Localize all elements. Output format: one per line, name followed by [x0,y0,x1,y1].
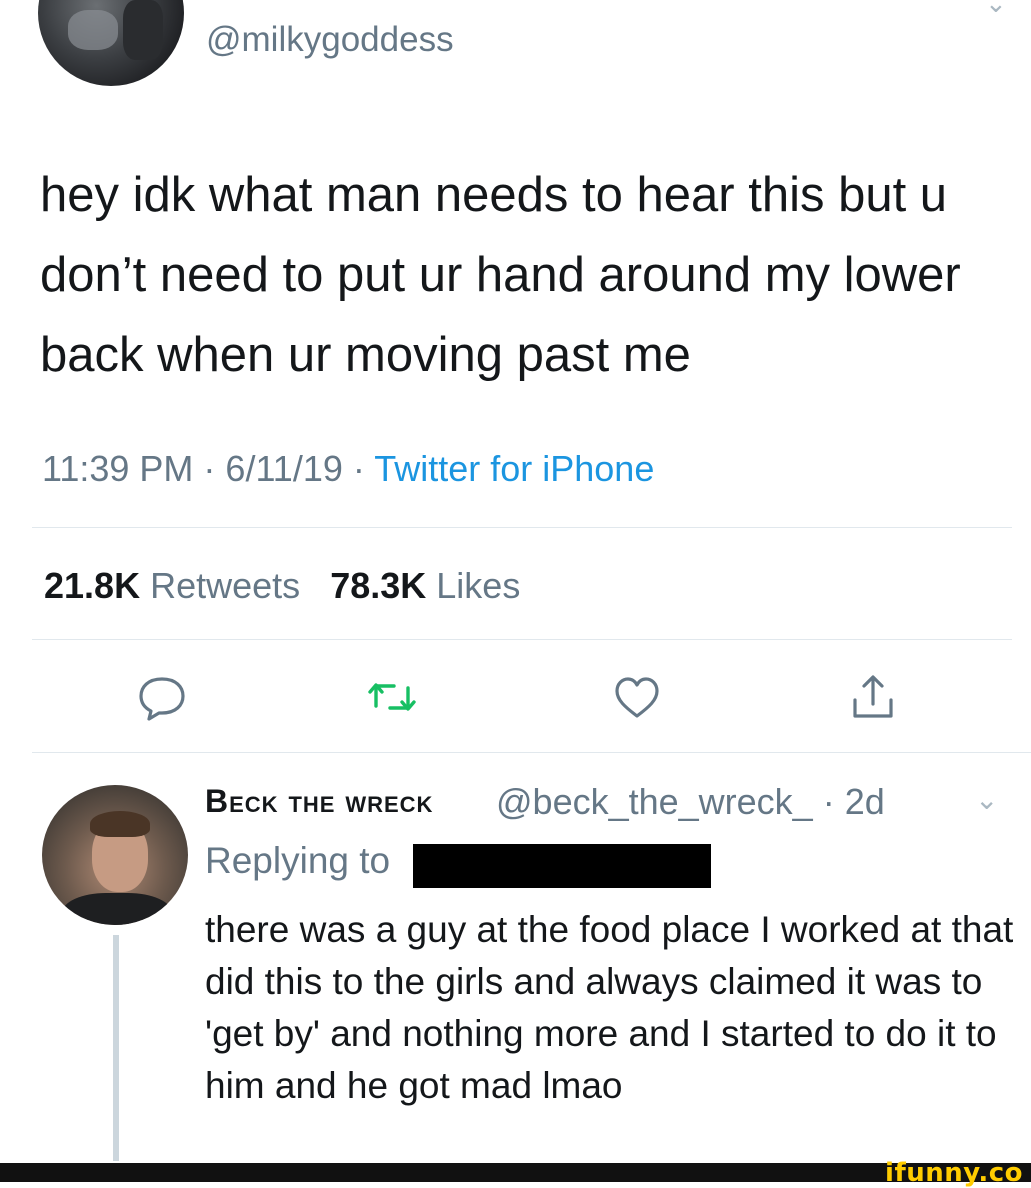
share-button[interactable] [843,672,903,722]
chevron-down-icon[interactable]: ⌄ [985,0,1007,19]
likes-label: Likes [436,565,521,606]
thread-line [113,935,119,1161]
tweet-stats: 21.8K Retweets 78.3K Likes [44,565,520,607]
likes-stat[interactable]: 78.3K Likes [330,565,520,606]
divider [32,752,1031,753]
divider [32,527,1012,528]
avatar-photo-detail [123,0,163,60]
reply-text: there was a guy at the food place I work… [205,909,1014,1106]
author-avatar[interactable] [38,0,184,86]
tweet-source-link[interactable]: Twitter for iPhone [374,448,654,489]
avatar-photo-detail [62,893,172,925]
meta-separator: · [193,448,226,489]
divider [32,639,1012,640]
tweet-date: 6/11/19 [225,448,343,489]
tweet-time: 11:39 PM [42,448,194,489]
share-icon [853,675,893,718]
reply-age: · 2d [822,781,885,822]
reply-author-avatar[interactable] [42,785,188,925]
like-button[interactable] [607,672,667,722]
retweets-stat[interactable]: 21.8K Retweets [44,565,300,606]
retweet-icon [368,683,416,711]
chevron-down-icon[interactable]: ⌄ [975,783,998,816]
redaction-bar [413,844,711,888]
reply-button[interactable] [132,672,192,722]
reply-author-name[interactable]: Beck the wreck [205,783,433,820]
reply-author-handle: @beck_the_wreck_ · 2d [496,781,885,823]
avatar-photo-detail [90,811,150,837]
tweet-meta: 11:39 PM · 6/11/19 · Twitter for iPhone [42,448,654,490]
watermark-logo: ifunny.co [885,1158,1023,1188]
likes-count: 78.3K [330,565,427,606]
retweet-button[interactable] [362,672,422,722]
author-handle[interactable]: @milkygoddess [206,20,454,60]
tweet-text: hey idk what man needs to hear this but … [40,168,961,382]
retweets-count: 21.8K [44,565,141,606]
avatar-photo-detail [68,10,118,50]
heart-icon [615,677,659,718]
replying-to-label: Replying to [205,840,391,881]
meta-separator: · [342,448,375,489]
retweets-label: Retweets [150,565,301,606]
reply-bubble-icon [139,677,185,721]
footer-bar [0,1163,1031,1182]
reply-handle-text[interactable]: @beck_the_wreck_ [496,781,813,822]
